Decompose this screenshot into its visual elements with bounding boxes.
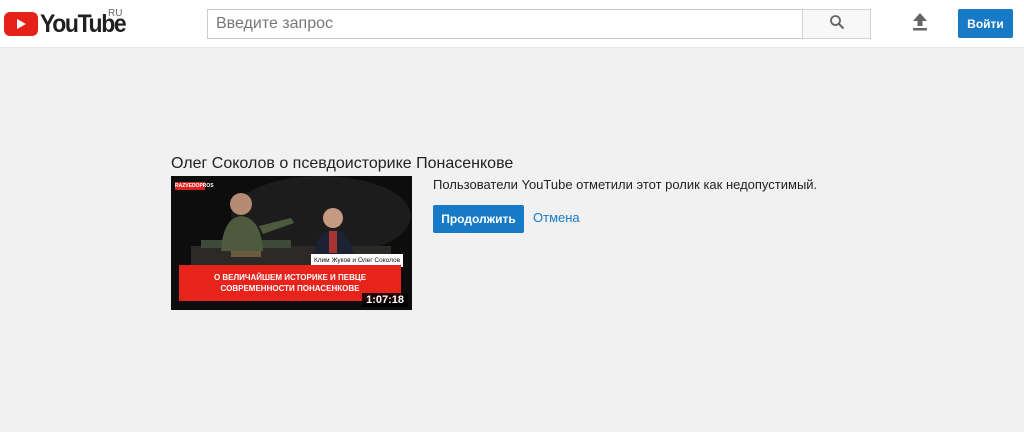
signin-button[interactable]: Войти: [958, 9, 1013, 38]
video-thumbnail[interactable]: RAZVEDOPROS Клим Жуков и Олег Соколов О …: [171, 176, 412, 310]
search-input[interactable]: [207, 9, 803, 39]
youtube-logo[interactable]: YouTube RU: [4, 8, 133, 38]
channel-logo: RAZVEDOPROS: [175, 182, 214, 190]
warning-message: Пользователи YouTube отметили этот ролик…: [433, 177, 818, 192]
play-icon: [4, 12, 38, 36]
cancel-link[interactable]: Отмена: [533, 210, 580, 225]
logo-region: RU: [108, 8, 123, 19]
video-title[interactable]: Олег Соколов о псевдоисторике Понасенков…: [171, 155, 513, 173]
upload-icon: [911, 12, 929, 37]
video-duration: 1:07:18: [362, 293, 408, 307]
upload-button[interactable]: [906, 10, 934, 38]
continue-button[interactable]: Продолжить: [433, 205, 524, 233]
caption-line-1: О ВЕЛИЧАЙШЕМ ИСТОРИКЕ И ПЕВЦЕ: [213, 273, 367, 282]
search-icon: [829, 14, 845, 35]
search-button[interactable]: [802, 9, 871, 39]
top-bar: YouTube RU Войти: [0, 0, 1024, 48]
